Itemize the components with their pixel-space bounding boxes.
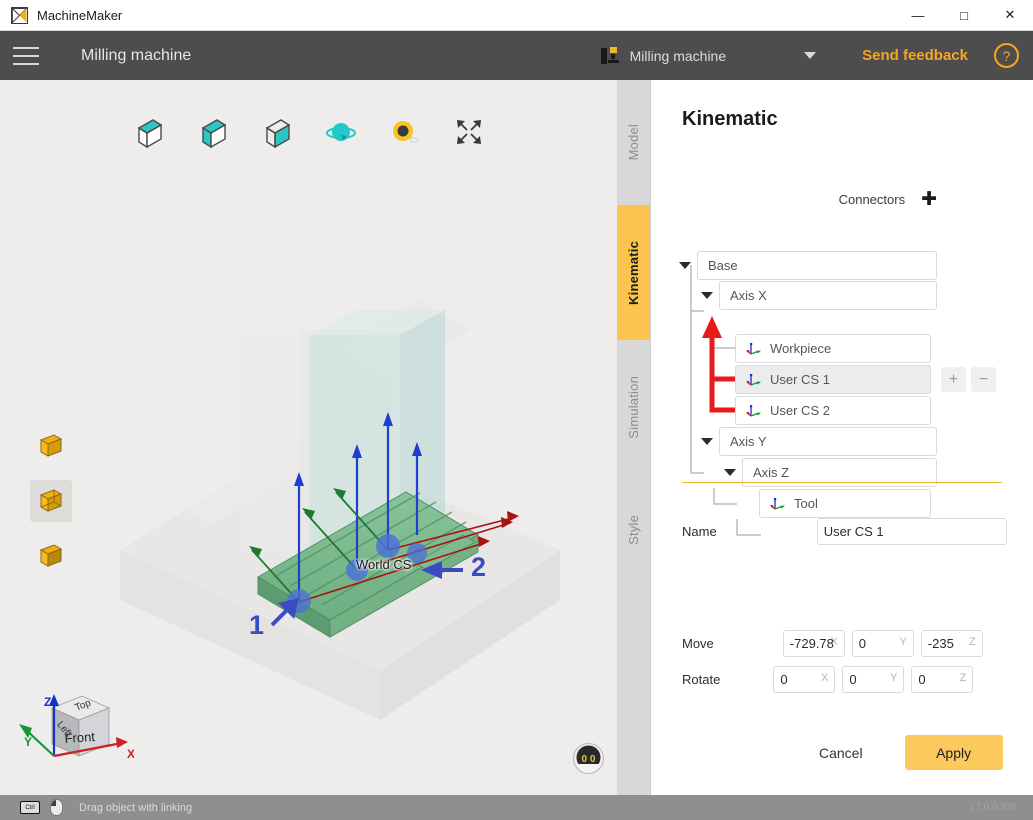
viewport-display-modes bbox=[30, 425, 72, 577]
name-label: Name bbox=[682, 524, 717, 539]
coordinate-system-icon bbox=[770, 496, 786, 512]
window-title: MachineMaker bbox=[37, 7, 123, 23]
chevron-down-icon[interactable] bbox=[804, 52, 817, 59]
window-controls: — □ ✕ bbox=[895, 0, 1033, 31]
move-x-input[interactable] bbox=[782, 630, 845, 657]
view-shaded-icon[interactable] bbox=[195, 114, 231, 150]
status-bar: Ctrl Drag object with linking 17.0.0.938 bbox=[0, 795, 1033, 820]
tree-node-tool[interactable]: Tool bbox=[759, 489, 931, 518]
expand-collapse-icon-axis-x[interactable] bbox=[701, 292, 713, 299]
version-label: 17.0.0.938 bbox=[969, 802, 1017, 813]
tree-node-axis-y-label[interactable]: Axis Y bbox=[719, 427, 937, 456]
expand-collapse-icon-axis-z[interactable] bbox=[724, 469, 736, 476]
minimize-button[interactable]: — bbox=[895, 0, 941, 31]
tab-style-label: Style bbox=[626, 515, 641, 545]
orbit-rotate-icon[interactable] bbox=[323, 114, 359, 150]
orientation-indicator[interactable]: 0 0 bbox=[572, 742, 605, 775]
panel-tab-rail: Model Kinematic Simulation Style bbox=[617, 80, 650, 795]
window-title-bar: MachineMaker — □ ✕ bbox=[0, 0, 1033, 31]
tree-node-tool-label: Tool bbox=[794, 496, 818, 511]
tab-model[interactable]: Model bbox=[617, 80, 650, 205]
tree-node-user-cs-1[interactable]: User CS 1 + − bbox=[735, 365, 996, 394]
view-wireframe-icon[interactable] bbox=[259, 114, 295, 150]
move-field-row: Move X Y Z bbox=[682, 630, 1022, 657]
add-item-button[interactable]: + bbox=[941, 367, 966, 392]
tab-kinematic[interactable]: Kinematic bbox=[617, 205, 650, 340]
section-divider bbox=[682, 482, 1002, 483]
svg-text:Z: Z bbox=[44, 695, 51, 709]
maximize-button[interactable]: □ bbox=[941, 0, 987, 31]
tab-simulation[interactable]: Simulation bbox=[617, 340, 650, 475]
apply-button[interactable]: Apply bbox=[904, 735, 1003, 770]
measure-tape-icon[interactable] bbox=[387, 114, 423, 150]
tab-style[interactable]: Style bbox=[617, 475, 650, 585]
name-input[interactable] bbox=[816, 518, 1007, 545]
tab-kinematic-label: Kinematic bbox=[626, 240, 641, 305]
display-mode-ghost-icon[interactable] bbox=[30, 535, 72, 577]
display-mode-solid-icon[interactable] bbox=[30, 425, 72, 467]
tree-node-base[interactable]: Base bbox=[679, 251, 937, 280]
viewport-toolbar bbox=[0, 106, 617, 158]
coordinate-system-icon bbox=[746, 341, 762, 357]
rotate-field-row: Rotate X Y Z bbox=[682, 666, 1022, 693]
expand-collapse-icon-base[interactable] bbox=[679, 262, 691, 269]
add-connector-icon[interactable]: ✚ bbox=[921, 190, 937, 209]
fit-to-screen-icon[interactable] bbox=[451, 114, 487, 150]
connectors-label: Connectors bbox=[838, 192, 906, 207]
application-header: Milling machine Milling machine Send fee… bbox=[0, 31, 1033, 80]
tree-node-user-cs-2[interactable]: User CS 2 bbox=[735, 396, 931, 425]
milling-machine-icon bbox=[600, 46, 619, 65]
kinematic-panel: Kinematic Connectors ✚ Base Axis X Workp… bbox=[650, 80, 1033, 795]
tab-model-label: Model bbox=[626, 124, 641, 161]
tree-node-workpiece[interactable]: Workpiece bbox=[735, 334, 931, 363]
header-project-title: Milling machine bbox=[81, 46, 192, 64]
ctrl-key-icon: Ctrl bbox=[20, 801, 40, 814]
help-icon[interactable]: ? bbox=[994, 43, 1019, 68]
mouse-left-button-icon bbox=[50, 799, 63, 816]
cancel-button[interactable]: Cancel bbox=[801, 737, 881, 769]
expand-collapse-icon-axis-y[interactable] bbox=[701, 438, 713, 445]
application-window: MachineMaker — □ ✕ Milling machine Milli… bbox=[0, 0, 1033, 820]
tree-item-actions: + − bbox=[941, 367, 996, 392]
machine-selector[interactable]: Milling machine bbox=[600, 31, 817, 80]
view-hidden-lines-icon[interactable] bbox=[131, 114, 167, 150]
svg-text:Y: Y bbox=[24, 735, 32, 749]
navigation-cube[interactable]: Front Left Top Z X Y bbox=[14, 686, 135, 771]
tree-node-user-cs-2-label: User CS 2 bbox=[770, 403, 830, 418]
panel-action-buttons: Cancel Apply bbox=[801, 735, 1003, 770]
annotation-label-2: 2 bbox=[471, 552, 487, 582]
move-y-input[interactable] bbox=[851, 630, 914, 657]
rotate-y-input[interactable] bbox=[842, 666, 905, 693]
tree-node-workpiece-label: Workpiece bbox=[770, 341, 832, 356]
tree-node-axis-x-label[interactable]: Axis X bbox=[719, 281, 937, 310]
hamburger-menu-icon[interactable] bbox=[13, 46, 39, 65]
3d-viewport[interactable]: World CS 1 2 Front Left Top Z X Y 0 0 bbox=[0, 80, 617, 795]
rotate-x-input[interactable] bbox=[773, 666, 836, 693]
remove-item-button[interactable]: − bbox=[971, 367, 996, 392]
tree-node-axis-y[interactable]: Axis Y bbox=[701, 427, 937, 456]
name-field-row: Name bbox=[682, 518, 1007, 545]
tree-node-base-label[interactable]: Base bbox=[697, 251, 937, 280]
tab-simulation-label: Simulation bbox=[626, 376, 641, 439]
rotate-label: Rotate bbox=[682, 672, 721, 687]
tree-node-axis-x[interactable]: Axis X bbox=[701, 281, 937, 310]
page-title: Kinematic bbox=[682, 108, 778, 130]
send-feedback-link[interactable]: Send feedback bbox=[862, 47, 968, 64]
coordinate-system-icon bbox=[746, 372, 762, 388]
annotation-label-1: 1 bbox=[249, 610, 265, 640]
coordinate-system-icon bbox=[746, 403, 762, 419]
svg-text:X: X bbox=[127, 747, 134, 761]
status-hint: Drag object with linking bbox=[79, 801, 193, 814]
close-button[interactable]: ✕ bbox=[987, 0, 1033, 31]
move-label: Move bbox=[682, 636, 714, 651]
machine-selector-value: Milling machine bbox=[629, 47, 727, 64]
machinemaker-logo-icon bbox=[11, 6, 28, 24]
orientation-indicator-value: 0 0 bbox=[582, 754, 596, 765]
connectors-header: Connectors ✚ bbox=[839, 190, 937, 209]
display-mode-transparent-icon[interactable] bbox=[30, 480, 72, 522]
tree-node-user-cs-1-label: User CS 1 bbox=[770, 372, 830, 387]
rotate-z-input[interactable] bbox=[911, 666, 974, 693]
move-z-input[interactable] bbox=[920, 630, 983, 657]
